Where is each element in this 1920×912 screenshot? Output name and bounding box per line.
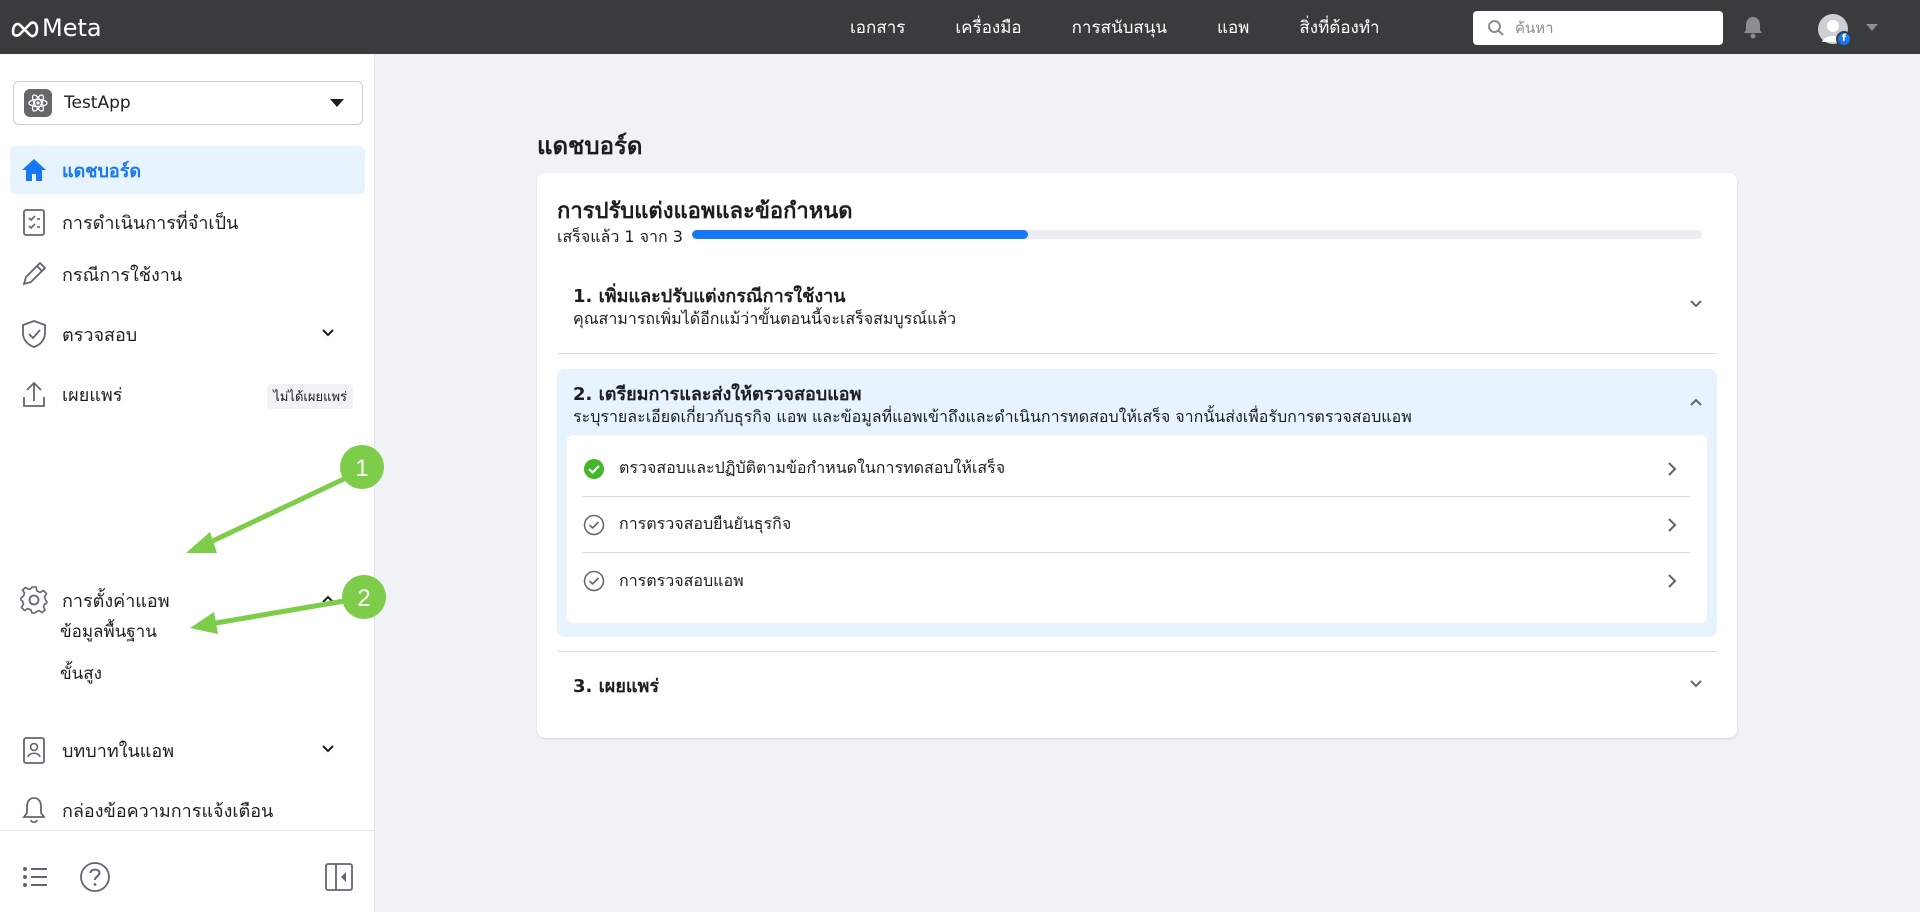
chevron-up-icon [322, 595, 334, 603]
help-icon[interactable] [79, 861, 111, 893]
task-business-verification[interactable]: การตรวจสอบยืนยันธุรกิจ [583, 497, 1691, 553]
home-icon [18, 154, 50, 186]
sidebar-item-label: การตั้งค่าแอพ [62, 590, 170, 612]
chevron-right-icon [1668, 518, 1677, 532]
sidebar-item-label: การดำเนินการที่จำเป็น [62, 212, 239, 234]
clipboard-icon [18, 206, 50, 238]
sidebar: TestApp แดชบอร์ด การดำเนินการที่จำเป็น ก… [0, 54, 375, 912]
search-box[interactable] [1473, 11, 1723, 45]
sidebar-item-label: ตรวจสอบ [62, 324, 138, 346]
sidebar-item-label: กรณีการใช้งาน [62, 264, 183, 286]
step-title[interactable]: 2. เตรียมการและส่งให้ตรวจสอบแอพ [573, 379, 861, 408]
app-customization-card: การปรับแต่งแอพและข้อกำหนด เสร็จแล้ว 1 จา… [537, 173, 1737, 738]
step-3-publish[interactable]: 3. เผยแพร่ [557, 661, 1717, 721]
sidebar-item-label: กล่องข้อความการแจ้งเตือน [62, 800, 274, 822]
nav-apps-link[interactable]: แอพ [1217, 14, 1249, 41]
sidebar-item-label: แดชบอร์ด [62, 160, 142, 182]
chevron-down-icon [1690, 300, 1702, 308]
check-circle-outline-icon [583, 514, 605, 535]
list-view-icon[interactable] [22, 865, 48, 889]
step-2-app-review: 2. เตรียมการและส่งให้ตรวจสอบแอพ ระบุรายล… [557, 369, 1717, 637]
nav-support-link[interactable]: การสนับสนุน [1072, 14, 1167, 41]
step-description: คุณสามารถเพิ่มได้อีกแม้ว่าขั้นตอนนี้จะเส… [573, 309, 957, 328]
chevron-right-icon [1668, 462, 1677, 476]
chevron-down-icon [322, 745, 334, 753]
meta-wordmark: Meta [42, 14, 102, 42]
task-list: ตรวจสอบและปฏิบัติตามข้อกำหนดในการทดสอบให… [567, 435, 1707, 623]
top-nav-links: เอกสาร เครื่องมือ การสนับสนุน แอพ สิ่งที… [850, 0, 1430, 54]
progress-text: เสร็จแล้ว 1 จาก 3 [557, 227, 683, 246]
user-avatar[interactable]: f [1818, 14, 1852, 47]
shield-check-icon [18, 318, 50, 350]
nav-tools-link[interactable]: เครื่องมือ [955, 14, 1021, 41]
task-testing-requirements[interactable]: ตรวจสอบและปฏิบัติตามข้อกำหนดในการทดสอบให… [583, 441, 1691, 497]
sidebar-item-app-roles[interactable]: บทบาทในแอพ [10, 726, 365, 774]
step-1-use-cases[interactable]: 1. เพิ่มและปรับแต่งกรณีการใช้งาน คุณสามา… [557, 271, 1717, 371]
chevron-down-icon [1690, 680, 1702, 688]
task-label: การตรวจสอบยืนยันธุรกิจ [619, 514, 792, 533]
top-navigation-bar: Meta เอกสาร เครื่องมือ การสนับสนุน แอพ ส… [0, 0, 1920, 54]
app-name: TestApp [64, 93, 131, 113]
sidebar-item-app-settings[interactable]: การตั้งค่าแอพ [10, 576, 365, 624]
sidebar-subitem-basic-settings[interactable]: ข้อมูลพื้นฐาน [60, 618, 157, 645]
pencil-icon [18, 258, 50, 290]
page-title: แดชบอร์ด [537, 132, 643, 160]
notifications-bell-icon[interactable] [1742, 15, 1764, 43]
account-menu-caret-icon[interactable] [1866, 24, 1878, 31]
nav-docs-link[interactable]: เอกสาร [850, 14, 905, 41]
step-title: 1. เพิ่มและปรับแต่งกรณีการใช้งาน [573, 286, 846, 307]
facebook-badge-icon: f [1836, 31, 1852, 47]
task-label: ตรวจสอบและปฏิบัติตามข้อกำหนดในการทดสอบให… [619, 458, 1006, 477]
collapse-sidebar-icon[interactable] [324, 862, 354, 892]
dropdown-caret-icon [330, 99, 344, 107]
step-title: 3. เผยแพร่ [573, 676, 660, 697]
upload-icon [18, 378, 50, 410]
divider [557, 353, 1717, 354]
bell-icon [18, 794, 50, 826]
sidebar-item-notification-inbox[interactable]: กล่องข้อความการแจ้งเตือน [10, 786, 365, 834]
task-label: การตรวจสอบแอพ [619, 570, 744, 590]
nav-todo-link[interactable]: สิ่งที่ต้องทำ [1299, 14, 1379, 41]
app-selector-dropdown[interactable]: TestApp [13, 81, 363, 125]
id-badge-icon [18, 734, 50, 766]
sidebar-item-review[interactable]: ตรวจสอบ [10, 310, 365, 358]
check-circle-filled-icon [584, 458, 604, 479]
status-badge: ไม่ได้เผยแพร่ [267, 384, 353, 409]
step-description: ระบุรายละเอียดเกี่ยวกับธุรกิจ แอพ และข้อ… [573, 407, 1412, 426]
app-atom-icon [24, 89, 52, 117]
meta-infinity-icon [11, 21, 39, 38]
sidebar-item-publish[interactable]: เผยแพร่ ไม่ได้เผยแพร่ [10, 370, 365, 418]
sidebar-item-dashboard[interactable]: แดชบอร์ด [10, 146, 365, 194]
sidebar-item-required-actions[interactable]: การดำเนินการที่จำเป็น [10, 198, 365, 246]
chevron-right-icon [1668, 574, 1677, 588]
search-input[interactable] [1515, 19, 1715, 37]
check-circle-outline-icon [583, 570, 605, 592]
search-icon [1488, 20, 1504, 36]
sidebar-subitem-advanced-settings[interactable]: ขั้นสูง [60, 660, 102, 687]
card-title: การปรับแต่งแอพและข้อกำหนด [557, 199, 853, 224]
task-app-review[interactable]: การตรวจสอบแอพ [583, 553, 1691, 609]
chevron-up-icon[interactable] [1689, 397, 1703, 407]
sidebar-item-label: บทบาทในแอพ [62, 740, 175, 762]
gear-icon [18, 584, 50, 616]
chevron-down-icon [322, 329, 334, 337]
sidebar-item-label: เผยแพร่ [62, 384, 123, 406]
divider [557, 651, 1717, 652]
sidebar-footer [0, 830, 374, 912]
progress-bar-fill [692, 230, 1029, 239]
sidebar-item-use-cases[interactable]: กรณีการใช้งาน [10, 250, 365, 298]
progress-bar [692, 230, 1702, 239]
meta-logo[interactable]: Meta [10, 14, 102, 42]
